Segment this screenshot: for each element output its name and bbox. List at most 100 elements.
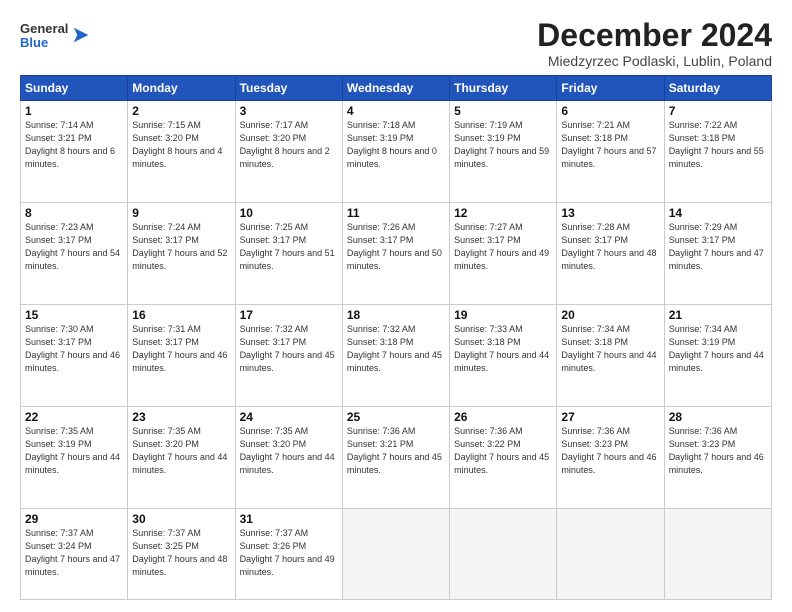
day-number: 6 xyxy=(561,104,659,118)
day-info: Sunrise: 7:35 AMSunset: 3:19 PMDaylight … xyxy=(25,425,123,477)
table-row: 8 Sunrise: 7:23 AMSunset: 3:17 PMDayligh… xyxy=(21,203,128,305)
table-row xyxy=(450,509,557,600)
day-info: Sunrise: 7:31 AMSunset: 3:17 PMDaylight … xyxy=(132,323,230,375)
day-number: 12 xyxy=(454,206,552,220)
day-info: Sunrise: 7:30 AMSunset: 3:17 PMDaylight … xyxy=(25,323,123,375)
day-number: 20 xyxy=(561,308,659,322)
table-row: 14 Sunrise: 7:29 AMSunset: 3:17 PMDaylig… xyxy=(664,203,771,305)
table-row: 29 Sunrise: 7:37 AMSunset: 3:24 PMDaylig… xyxy=(21,509,128,600)
day-info: Sunrise: 7:32 AMSunset: 3:18 PMDaylight … xyxy=(347,323,445,375)
day-info: Sunrise: 7:15 AMSunset: 3:20 PMDaylight … xyxy=(132,119,230,171)
day-number: 4 xyxy=(347,104,445,118)
day-number: 30 xyxy=(132,512,230,526)
col-thursday: Thursday xyxy=(450,76,557,101)
day-info: Sunrise: 7:28 AMSunset: 3:17 PMDaylight … xyxy=(561,221,659,273)
day-number: 26 xyxy=(454,410,552,424)
day-number: 9 xyxy=(132,206,230,220)
table-row: 11 Sunrise: 7:26 AMSunset: 3:17 PMDaylig… xyxy=(342,203,449,305)
table-row: 2 Sunrise: 7:15 AMSunset: 3:20 PMDayligh… xyxy=(128,101,235,203)
calendar-week-row: 15 Sunrise: 7:30 AMSunset: 3:17 PMDaylig… xyxy=(21,305,772,407)
day-info: Sunrise: 7:37 AMSunset: 3:26 PMDaylight … xyxy=(240,527,338,579)
logo-arrow-icon xyxy=(70,24,92,46)
day-info: Sunrise: 7:32 AMSunset: 3:17 PMDaylight … xyxy=(240,323,338,375)
day-info: Sunrise: 7:29 AMSunset: 3:17 PMDaylight … xyxy=(669,221,767,273)
day-info: Sunrise: 7:35 AMSunset: 3:20 PMDaylight … xyxy=(132,425,230,477)
day-number: 15 xyxy=(25,308,123,322)
col-friday: Friday xyxy=(557,76,664,101)
day-number: 16 xyxy=(132,308,230,322)
table-row: 23 Sunrise: 7:35 AMSunset: 3:20 PMDaylig… xyxy=(128,407,235,509)
day-number: 14 xyxy=(669,206,767,220)
table-row: 15 Sunrise: 7:30 AMSunset: 3:17 PMDaylig… xyxy=(21,305,128,407)
day-info: Sunrise: 7:34 AMSunset: 3:18 PMDaylight … xyxy=(561,323,659,375)
day-info: Sunrise: 7:34 AMSunset: 3:19 PMDaylight … xyxy=(669,323,767,375)
day-number: 28 xyxy=(669,410,767,424)
day-info: Sunrise: 7:24 AMSunset: 3:17 PMDaylight … xyxy=(132,221,230,273)
table-row: 9 Sunrise: 7:24 AMSunset: 3:17 PMDayligh… xyxy=(128,203,235,305)
table-row: 10 Sunrise: 7:25 AMSunset: 3:17 PMDaylig… xyxy=(235,203,342,305)
day-info: Sunrise: 7:21 AMSunset: 3:18 PMDaylight … xyxy=(561,119,659,171)
table-row: 31 Sunrise: 7:37 AMSunset: 3:26 PMDaylig… xyxy=(235,509,342,600)
table-row: 28 Sunrise: 7:36 AMSunset: 3:23 PMDaylig… xyxy=(664,407,771,509)
table-row: 25 Sunrise: 7:36 AMSunset: 3:21 PMDaylig… xyxy=(342,407,449,509)
col-wednesday: Wednesday xyxy=(342,76,449,101)
calendar-week-row: 1 Sunrise: 7:14 AMSunset: 3:21 PMDayligh… xyxy=(21,101,772,203)
day-info: Sunrise: 7:19 AMSunset: 3:19 PMDaylight … xyxy=(454,119,552,171)
table-row: 13 Sunrise: 7:28 AMSunset: 3:17 PMDaylig… xyxy=(557,203,664,305)
table-row: 24 Sunrise: 7:35 AMSunset: 3:20 PMDaylig… xyxy=(235,407,342,509)
day-number: 2 xyxy=(132,104,230,118)
day-info: Sunrise: 7:18 AMSunset: 3:19 PMDaylight … xyxy=(347,119,445,171)
table-row: 16 Sunrise: 7:31 AMSunset: 3:17 PMDaylig… xyxy=(128,305,235,407)
table-row: 6 Sunrise: 7:21 AMSunset: 3:18 PMDayligh… xyxy=(557,101,664,203)
table-row: 30 Sunrise: 7:37 AMSunset: 3:25 PMDaylig… xyxy=(128,509,235,600)
table-row xyxy=(342,509,449,600)
title-block: December 2024 Miedzyrzec Podlaski, Lubli… xyxy=(537,18,772,69)
calendar-header-row: Sunday Monday Tuesday Wednesday Thursday… xyxy=(21,76,772,101)
col-tuesday: Tuesday xyxy=(235,76,342,101)
table-row: 20 Sunrise: 7:34 AMSunset: 3:18 PMDaylig… xyxy=(557,305,664,407)
page-subtitle: Miedzyrzec Podlaski, Lublin, Poland xyxy=(537,53,772,69)
day-info: Sunrise: 7:36 AMSunset: 3:23 PMDaylight … xyxy=(561,425,659,477)
day-info: Sunrise: 7:36 AMSunset: 3:21 PMDaylight … xyxy=(347,425,445,477)
page: General Blue December 2024 Miedzyrzec Po… xyxy=(0,0,792,612)
day-number: 31 xyxy=(240,512,338,526)
day-number: 7 xyxy=(669,104,767,118)
day-number: 21 xyxy=(669,308,767,322)
day-number: 27 xyxy=(561,410,659,424)
table-row: 1 Sunrise: 7:14 AMSunset: 3:21 PMDayligh… xyxy=(21,101,128,203)
day-info: Sunrise: 7:35 AMSunset: 3:20 PMDaylight … xyxy=(240,425,338,477)
day-number: 13 xyxy=(561,206,659,220)
table-row: 19 Sunrise: 7:33 AMSunset: 3:18 PMDaylig… xyxy=(450,305,557,407)
table-row xyxy=(557,509,664,600)
page-title: December 2024 xyxy=(537,18,772,53)
day-number: 29 xyxy=(25,512,123,526)
col-saturday: Saturday xyxy=(664,76,771,101)
day-number: 25 xyxy=(347,410,445,424)
day-info: Sunrise: 7:25 AMSunset: 3:17 PMDaylight … xyxy=(240,221,338,273)
table-row: 7 Sunrise: 7:22 AMSunset: 3:18 PMDayligh… xyxy=(664,101,771,203)
logo: General Blue xyxy=(20,22,92,51)
day-number: 11 xyxy=(347,206,445,220)
day-number: 17 xyxy=(240,308,338,322)
day-number: 24 xyxy=(240,410,338,424)
day-number: 3 xyxy=(240,104,338,118)
day-info: Sunrise: 7:27 AMSunset: 3:17 PMDaylight … xyxy=(454,221,552,273)
day-number: 19 xyxy=(454,308,552,322)
table-row: 18 Sunrise: 7:32 AMSunset: 3:18 PMDaylig… xyxy=(342,305,449,407)
calendar-table: Sunday Monday Tuesday Wednesday Thursday… xyxy=(20,75,772,600)
table-row xyxy=(664,509,771,600)
day-number: 5 xyxy=(454,104,552,118)
table-row: 3 Sunrise: 7:17 AMSunset: 3:20 PMDayligh… xyxy=(235,101,342,203)
calendar-week-row: 29 Sunrise: 7:37 AMSunset: 3:24 PMDaylig… xyxy=(21,509,772,600)
day-info: Sunrise: 7:36 AMSunset: 3:23 PMDaylight … xyxy=(669,425,767,477)
table-row: 21 Sunrise: 7:34 AMSunset: 3:19 PMDaylig… xyxy=(664,305,771,407)
day-info: Sunrise: 7:37 AMSunset: 3:24 PMDaylight … xyxy=(25,527,123,579)
logo-blue: Blue xyxy=(20,36,68,50)
header: General Blue December 2024 Miedzyrzec Po… xyxy=(20,18,772,69)
table-row: 17 Sunrise: 7:32 AMSunset: 3:17 PMDaylig… xyxy=(235,305,342,407)
calendar-week-row: 8 Sunrise: 7:23 AMSunset: 3:17 PMDayligh… xyxy=(21,203,772,305)
calendar-week-row: 22 Sunrise: 7:35 AMSunset: 3:19 PMDaylig… xyxy=(21,407,772,509)
day-number: 8 xyxy=(25,206,123,220)
logo-general: General xyxy=(20,22,68,36)
day-number: 18 xyxy=(347,308,445,322)
